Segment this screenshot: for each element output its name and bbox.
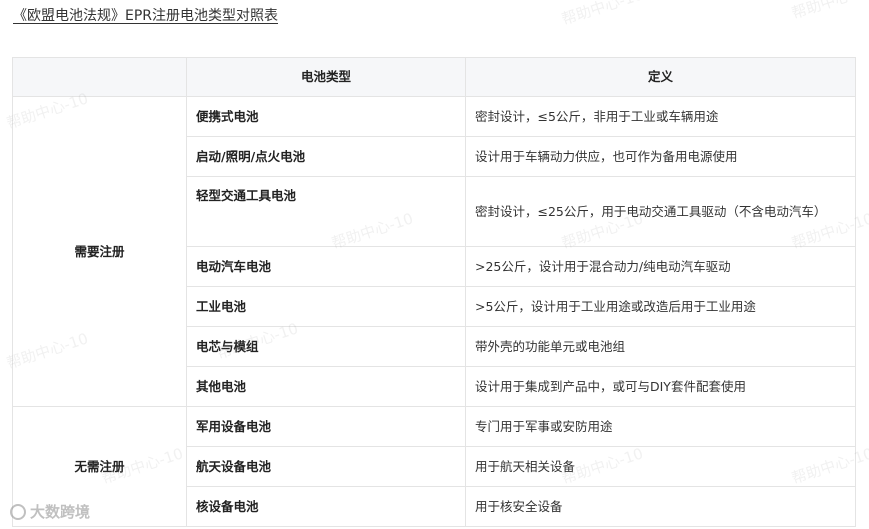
definition-cell: 设计用于车辆动力供应，也可作为备用电源使用: [465, 136, 856, 177]
definition-cell: 密封设计，≤25公斤，用于电动交通工具驱动（不含电动汽车）: [465, 176, 856, 247]
definition-cell: >25公斤，设计用于混合动力/纯电动汽车驱动: [465, 246, 856, 287]
battery-type-cell: 核设备电池: [186, 486, 466, 527]
logo-text: 大数跨境: [30, 503, 91, 521]
definition-cell: 专门用于军事或安防用途: [465, 406, 856, 447]
group-label-required: 需要注册: [12, 96, 187, 407]
table-row: 无需注册 军用设备电池 专门用于军事或安防用途: [12, 406, 856, 527]
battery-type-cell: 其他电池: [186, 366, 466, 407]
battery-type-table: 电池类型 定义 需要注册 便携式电池 密封设计，≤5公斤，非用于工业或车辆用途 …: [12, 57, 856, 527]
battery-type-cell: 启动/照明/点火电池: [186, 136, 466, 177]
battery-type-cell: 军用设备电池: [186, 406, 466, 447]
definition-cell: 用于核安全设备: [465, 486, 856, 527]
brand-logo: 大数跨境: [10, 501, 90, 522]
header-group: [12, 57, 187, 97]
definition-cell: 用于航天相关设备: [465, 446, 856, 487]
definition-cell: 带外壳的功能单元或电池组: [465, 326, 856, 367]
watermark: 帮助中心-10: [559, 0, 646, 29]
battery-type-cell: 工业电池: [186, 286, 466, 327]
battery-type-cell: 轻型交通工具电池: [186, 176, 466, 247]
table-row: 需要注册 便携式电池 密封设计，≤5公斤，非用于工业或车辆用途: [12, 96, 856, 407]
watermark: 帮助中心-10: [789, 0, 869, 23]
header-battery-type: 电池类型: [186, 57, 466, 97]
definition-cell: >5公斤，设计用于工业用途或改造后用于工业用途: [465, 286, 856, 327]
header-definition: 定义: [465, 57, 856, 97]
definition-cell: 密封设计，≤5公斤，非用于工业或车辆用途: [465, 96, 856, 137]
battery-type-cell: 电芯与模组: [186, 326, 466, 367]
battery-type-cell: 航天设备电池: [186, 446, 466, 487]
logo-icon: [10, 504, 26, 520]
battery-type-cell: 便携式电池: [186, 96, 466, 137]
battery-type-cell: 电动汽车电池: [186, 246, 466, 287]
table-header-row: 电池类型 定义: [12, 57, 856, 97]
definition-cell: 设计用于集成到产品中，或可与DIY套件配套使用: [465, 366, 856, 407]
page-title: 《欧盟电池法规》EPR注册电池类型对照表: [13, 8, 279, 24]
